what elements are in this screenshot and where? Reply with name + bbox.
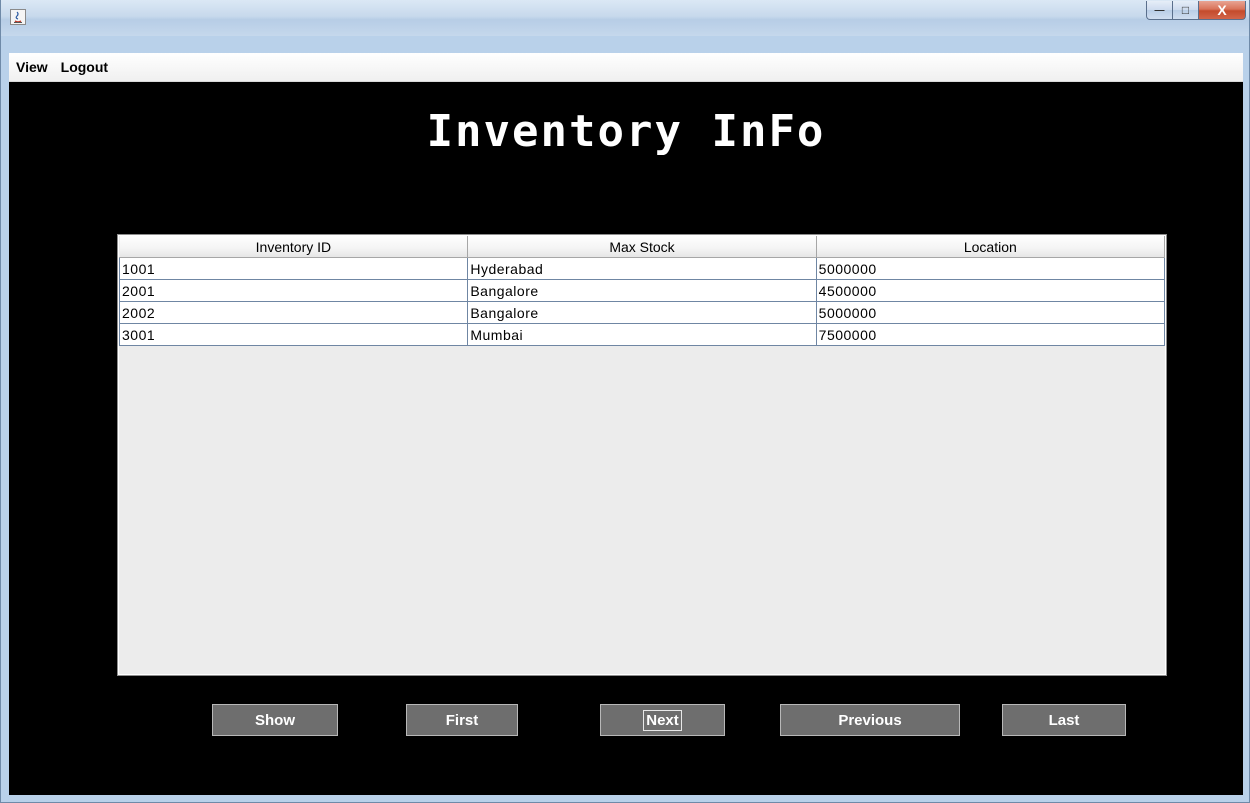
- minimize-icon: —: [1154, 4, 1165, 16]
- table-cell[interactable]: Hyderabad: [467, 257, 817, 280]
- inventory-table-scrollpane[interactable]: Inventory ID Max Stock Location 1001 Hyd…: [117, 234, 1167, 676]
- show-button[interactable]: Show: [212, 704, 338, 736]
- close-button[interactable]: X: [1199, 1, 1246, 20]
- table-row[interactable]: 3001 Mumbai 7500000: [118, 323, 1166, 346]
- title-bar[interactable]: — □ X: [1, 0, 1249, 36]
- column-header-inventory-id[interactable]: Inventory ID: [119, 236, 469, 258]
- table-cell[interactable]: Bangalore: [467, 301, 817, 324]
- table-cell[interactable]: 7500000: [815, 323, 1166, 346]
- inventory-table[interactable]: Inventory ID Max Stock Location 1001 Hyd…: [118, 236, 1166, 346]
- table-cell[interactable]: 5000000: [815, 257, 1166, 280]
- menu-view[interactable]: View: [9, 59, 54, 75]
- table-cell[interactable]: 2002: [118, 301, 469, 324]
- table-header-row: Inventory ID Max Stock Location: [119, 236, 1166, 258]
- table-cell[interactable]: 1001: [118, 257, 469, 280]
- maximize-icon: □: [1181, 3, 1190, 17]
- last-button[interactable]: Last: [1002, 704, 1126, 736]
- column-header-max-stock[interactable]: Max Stock: [467, 236, 817, 258]
- show-button-label: Show: [255, 711, 295, 729]
- table-row[interactable]: 1001 Hyderabad 5000000: [118, 257, 1166, 280]
- java-app-icon[interactable]: [10, 9, 26, 25]
- table-row[interactable]: 2001 Bangalore 4500000: [118, 279, 1166, 302]
- application-window: — □ X View Logout Inventory InFo Invento…: [0, 0, 1250, 803]
- table-cell[interactable]: 4500000: [815, 279, 1166, 302]
- maximize-button[interactable]: □: [1173, 1, 1199, 20]
- first-button-label: First: [445, 711, 479, 729]
- menu-bar: View Logout: [9, 53, 1243, 82]
- table-cell[interactable]: 3001: [118, 323, 469, 346]
- previous-button[interactable]: Previous: [780, 704, 960, 736]
- window-controls: — □ X: [1146, 1, 1246, 21]
- table-cell[interactable]: 5000000: [815, 301, 1166, 324]
- page-title: Inventory InFo: [426, 106, 826, 157]
- next-button[interactable]: Next: [600, 704, 725, 736]
- first-button[interactable]: First: [406, 704, 518, 736]
- close-icon: X: [1217, 2, 1227, 18]
- minimize-button[interactable]: —: [1146, 1, 1173, 20]
- previous-button-label: Previous: [838, 711, 902, 729]
- table-cell[interactable]: Bangalore: [467, 279, 817, 302]
- column-header-location[interactable]: Location: [816, 236, 1166, 258]
- table-cell[interactable]: 2001: [118, 279, 469, 302]
- table-row[interactable]: 2002 Bangalore 5000000: [118, 301, 1166, 324]
- menu-logout[interactable]: Logout: [54, 59, 114, 75]
- content-panel: Inventory InFo Inventory ID Max Stock Lo…: [9, 82, 1243, 795]
- last-button-label: Last: [1048, 711, 1080, 729]
- table-cell[interactable]: Mumbai: [467, 323, 817, 346]
- next-button-label: Next: [643, 709, 682, 731]
